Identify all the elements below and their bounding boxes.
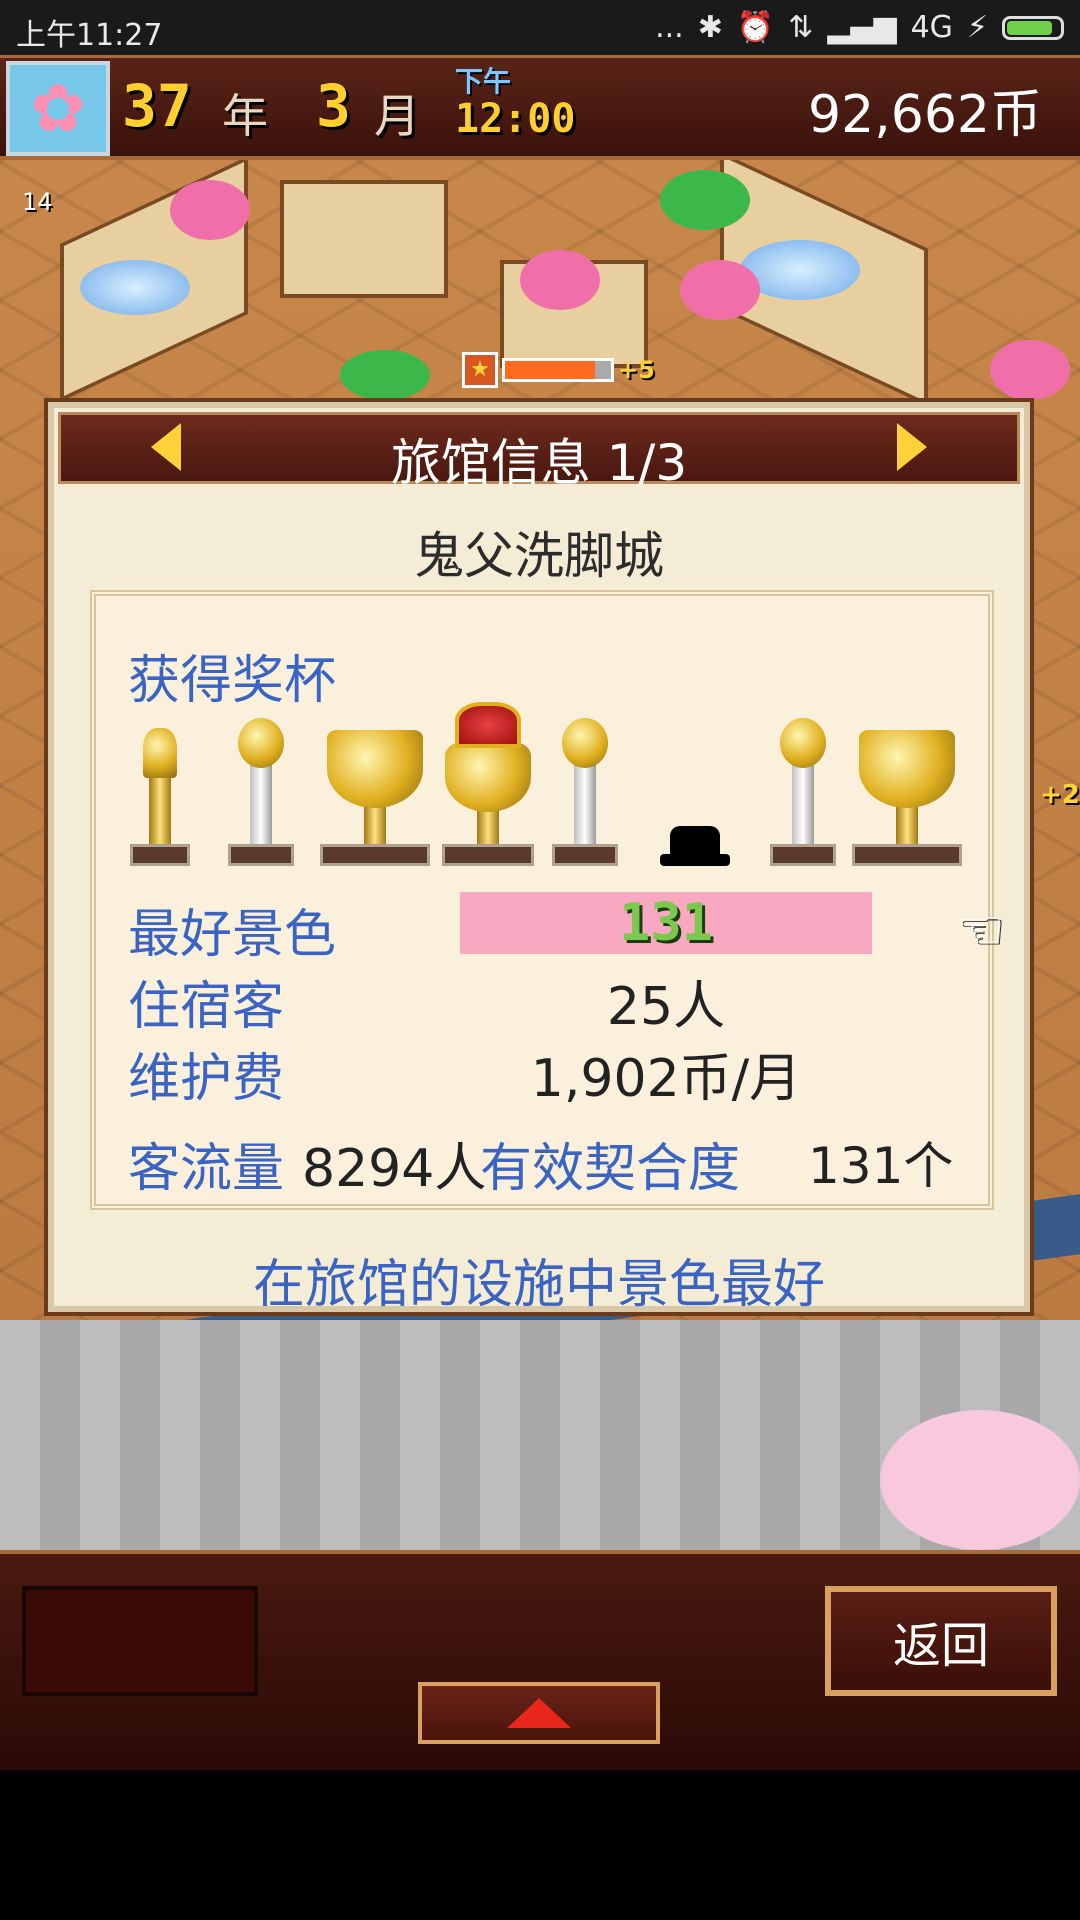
up-arrow-icon [507,1698,571,1728]
pointing-hand-icon: ☜ [956,898,1005,961]
money-display: 92,662币 [808,85,1042,145]
silver-trophy-icon [228,716,294,866]
guests-value: 25人 [606,977,726,1037]
dialog-title: 旅馆信息 1/3 [390,434,688,492]
traffic-value: 8294人 [302,1139,487,1199]
year-unit: 年 [222,89,268,143]
star-icon: ★ [462,352,498,388]
best-scenery-bar: 131 [460,892,872,954]
silver-trophy-icon [552,716,618,866]
gold-cup-trophy-icon [320,726,430,866]
network-type: 4G [910,10,953,45]
hot-spring-pool [80,260,190,315]
sakura-tree [880,1410,1080,1550]
month-unit: 月 [374,89,420,143]
data-icon: ⇅ [788,10,814,45]
room-number: 14 [22,188,53,216]
guests-label: 住宿客 [128,977,285,1037]
side-plus: +2 [1040,780,1080,810]
best-scenery-label: 最好景色 [128,905,337,965]
gold-crown-cup-trophy-icon [442,696,534,866]
traffic-label: 客流量 [128,1139,285,1199]
signal-icon: ▂▄▆ [827,10,897,45]
silver-trophy-icon [770,716,836,866]
top-hud: ✿ 37 年 3 月 下午 12:00 92,662币 [0,55,1080,160]
facility-level-bar: ★ +5 [462,352,655,388]
status-icons: ... ✱ ⏰ ⇅ ▂▄▆ 4G ⚡ [655,10,1064,45]
next-page-arrow-icon[interactable] [897,423,927,471]
compat-value: 131个 [808,1137,954,1195]
gold-cup-trophy-icon [852,726,962,866]
battery-icon [1002,15,1064,40]
compat-label: 有效契合度 [480,1139,741,1199]
sakura-badge-icon[interactable]: ✿ [6,61,110,156]
alarm-icon: ⏰ [736,10,775,45]
inn-info-dialog: 旅馆信息 1/3 鬼父洗脚城 获得奖杯 最好景色 131 住宿客 25人 维护费… [48,402,1030,1315]
black-hat-icon [660,826,730,866]
sakura-tree [990,340,1070,400]
more-dots-icon: ... [655,10,684,45]
dialog-header: 旅馆信息 1/3 [58,412,1020,492]
level-progress [502,358,614,382]
maintenance-value: 1,902币/月 [530,1049,802,1109]
bottom-bar: 返回 [0,1550,1080,1770]
status-time: 上午11:27 [16,18,163,53]
dialog-description: 在旅馆的设施中景色最好 [252,1255,825,1315]
inn-name: 鬼父洗脚城 [414,527,664,585]
trophy-row [130,696,962,866]
sakura-tree [680,260,760,320]
empty-panel [22,1586,258,1696]
bluetooth-icon: ✱ [697,10,723,45]
back-button[interactable]: 返回 [825,1586,1057,1696]
level-plus: +5 [618,356,655,384]
charging-icon: ⚡ [966,10,988,45]
year-value: 37 [122,72,192,140]
pine-tree [660,170,750,230]
expand-up-button[interactable] [418,1682,660,1744]
guest-room [280,180,448,298]
sakura-tree [520,250,600,310]
status-bar: 上午11:27 ... ✱ ⏰ ⇅ ▂▄▆ 4G ⚡ [0,0,1080,55]
back-button-label: 返回 [892,1618,989,1674]
pine-tree [340,350,430,400]
gold-torch-trophy-icon [130,726,190,866]
best-scenery-value: 131 [619,893,713,953]
month-value: 3 [316,72,351,140]
maintenance-label: 维护费 [128,1049,285,1109]
clock-time: 12:00 [455,96,576,142]
info-panel: 获得奖杯 最好景色 131 住宿客 25人 维护费 1,902币/月 客流量 8… [90,590,994,1210]
sakura-tree [170,180,250,240]
ampm-label: 下午 [455,65,512,98]
